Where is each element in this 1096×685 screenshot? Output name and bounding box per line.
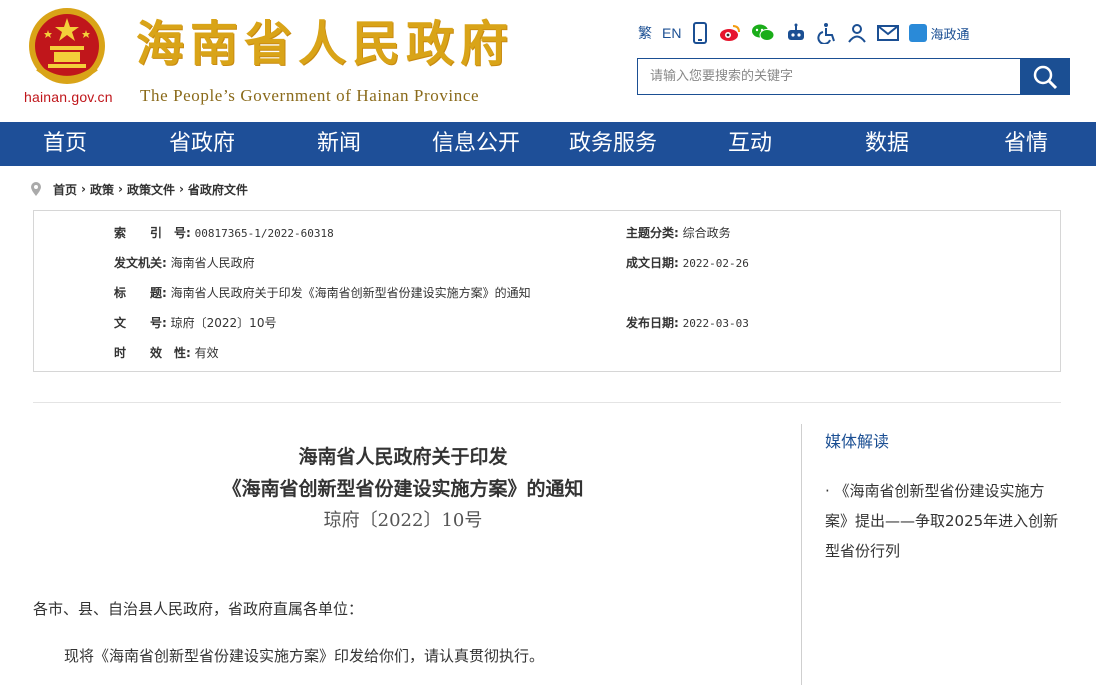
search-input[interactable]: 请输入您要搜索的关键字 — [637, 58, 1020, 95]
nav-item-home[interactable]: 首页 — [28, 122, 102, 166]
publish-date-row: 发布日期: 2022-03-03 — [626, 315, 749, 331]
index-number-label: 索 引 号: — [114, 226, 191, 240]
mobile-icon[interactable] — [691, 20, 709, 46]
breadcrumb-provincial-documents[interactable]: 省政府文件 — [188, 181, 248, 198]
location-pin-icon — [31, 182, 41, 196]
validity-value: 有效 — [194, 346, 219, 360]
issuer-value: 海南省人民政府 — [170, 256, 255, 270]
search-button[interactable] — [1020, 58, 1070, 95]
mail-icon[interactable] — [877, 20, 900, 46]
nav-item-news[interactable]: 新闻 — [306, 122, 372, 166]
search-icon — [1033, 65, 1058, 89]
media-interpretation-link[interactable]: · 《海南省创新型省份建设实施方案》提出——争取2025年进入创新型省份行列 — [825, 476, 1065, 566]
written-date-row: 成文日期: 2022-02-26 — [626, 255, 749, 271]
breadcrumb-separator: › — [117, 182, 123, 196]
site-header: hainan.gov.cn 海南省人民政府 The People’s Gover… — [0, 0, 1096, 122]
site-title-english: The People’s Government of Hainan Provin… — [140, 86, 480, 105]
nav-item-interaction[interactable]: 互动 — [716, 122, 784, 166]
index-number-value: 00817365-1/2022-60318 — [194, 227, 334, 240]
accessibility-icon[interactable] — [817, 20, 837, 46]
topic-category-value: 综合政务 — [682, 226, 731, 240]
weibo-icon[interactable] — [719, 20, 741, 46]
validity-row: 时 效 性: 有效 — [114, 345, 219, 361]
publish-date-value: 2022-03-03 — [682, 317, 749, 330]
breadcrumb: 首页 › 政策 › 政策文件 › 省政府文件 — [30, 180, 248, 198]
breadcrumb-policy-documents[interactable]: 政策文件 — [127, 181, 175, 198]
wechat-icon[interactable] — [751, 20, 775, 46]
title-label: 标 题: — [114, 286, 167, 300]
national-emblem-icon[interactable] — [24, 6, 110, 86]
nav-item-provincial-government[interactable]: 省政府 — [160, 122, 244, 166]
article-document-number: 琼府〔2022〕10号 — [323, 510, 483, 531]
nav-item-information-disclosure[interactable]: 信息公开 — [426, 122, 526, 166]
index-number-row: 索 引 号: 00817365-1/2022-60318 — [114, 225, 334, 241]
article-salutation: 各市、县、自治县人民政府，省政府直属各单位： — [33, 600, 364, 618]
title-value: 海南省人民政府关于印发《海南省创新型省份建设实施方案》的通知 — [170, 286, 531, 300]
publish-date-label: 发布日期: — [626, 316, 679, 330]
user-icon[interactable] — [847, 20, 867, 46]
issuer-label: 发文机关: — [114, 256, 167, 270]
breadcrumb-separator: › — [81, 182, 86, 196]
haizhengtong-label: 海政通 — [930, 27, 970, 43]
article-title-line-1: 海南省人民政府关于印发 — [298, 446, 508, 468]
nav-item-province-overview[interactable]: 省情 — [992, 122, 1060, 166]
topic-category-row: 主题分类: 综合政务 — [626, 225, 731, 241]
nav-item-data[interactable]: 数据 — [853, 122, 921, 166]
issuer-row: 发文机关: 海南省人民政府 — [114, 255, 255, 271]
nav-item-government-services[interactable]: 政务服务 — [563, 122, 663, 166]
site-domain: hainan.gov.cn — [24, 89, 113, 105]
written-date-label: 成文日期: — [626, 256, 679, 270]
title-row: 标 题: 海南省人民政府关于印发《海南省创新型省份建设实施方案》的通知 — [114, 285, 531, 301]
site-title[interactable]: 海南省人民政府 — [136, 14, 514, 74]
article-body-paragraph: 现将《海南省创新型省份建设实施方案》印发给你们，请认真贯彻执行。 — [64, 647, 545, 665]
header-toolbar: 繁 EN 海政通 — [638, 20, 979, 46]
article-title-line-2: 《海南省创新型省份建设实施方案》的通知 — [222, 478, 584, 500]
media-interpretation-heading: 媒体解读 — [825, 432, 890, 451]
validity-label: 时 效 性: — [114, 346, 191, 360]
haizhengtong-link[interactable]: 海政通 — [909, 20, 969, 46]
english-link[interactable]: EN — [662, 20, 681, 46]
document-number-value: 琼府〔2022〕10号 — [170, 316, 277, 330]
written-date-value: 2022-02-26 — [682, 257, 749, 270]
traditional-chinese-link[interactable]: 繁 — [638, 20, 652, 46]
document-metadata-box: 索 引 号: 00817365-1/2022-60318 主题分类: 综合政务 … — [33, 210, 1061, 372]
robot-icon[interactable] — [785, 20, 807, 46]
topic-category-label: 主题分类: — [626, 226, 679, 240]
document-number-row: 文 号: 琼府〔2022〕10号 — [114, 315, 276, 331]
document-number-label: 文 号: — [114, 316, 167, 330]
breadcrumb-policy[interactable]: 政策 — [90, 181, 114, 198]
breadcrumb-separator: › — [178, 182, 184, 196]
haizhengtong-icon — [909, 24, 928, 42]
breadcrumb-home[interactable]: 首页 — [53, 181, 77, 198]
divider — [33, 402, 1061, 403]
sidebar-divider — [801, 424, 802, 685]
main-navigation: 首页 省政府 新闻 信息公开 政务服务 互动 数据 省情 — [0, 122, 1096, 166]
